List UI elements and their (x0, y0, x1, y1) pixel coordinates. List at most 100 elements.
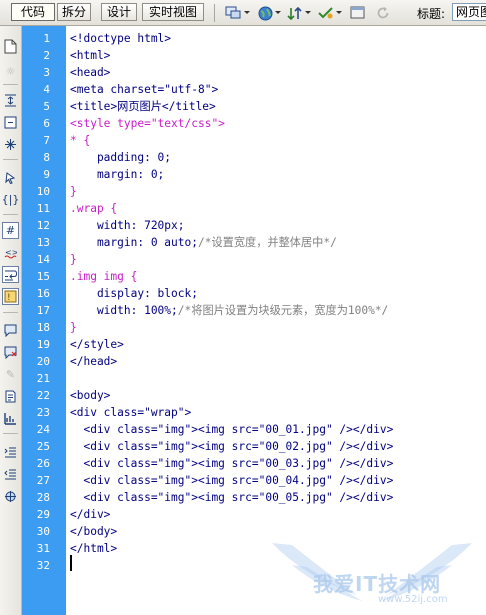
code-line[interactable]: <div class="img"><img src="00_02.jpg" />… (70, 438, 393, 455)
line-number: 10 (36, 185, 50, 198)
code-comment: /*将图片设置为块级元素，宽度为100%*/ (177, 304, 389, 317)
code-line[interactable]: </style> (70, 336, 124, 353)
line-number: 19 (36, 338, 50, 351)
line-numbers-icon[interactable]: # (2, 222, 19, 239)
refresh-icon[interactable] (374, 4, 392, 22)
code-line[interactable]: padding: 0; (70, 149, 171, 166)
open-documents-icon[interactable] (2, 38, 19, 55)
code-line[interactable]: <meta charset="utf-8"> (70, 81, 218, 98)
text-caret (70, 555, 72, 571)
line-number: 16 (36, 287, 50, 300)
collapse-full-tag-icon[interactable] (2, 92, 19, 109)
line-number: 1 (43, 32, 50, 45)
code-line[interactable]: margin: 0 auto;/*设置宽度，并整体居中*/ (70, 234, 337, 251)
code-editor[interactable]: <!doctype html> <html> <head> <meta charset… (66, 26, 486, 615)
split-view-button[interactable]: 拆分 (57, 3, 91, 21)
line-number: 11 (36, 202, 50, 215)
balance-braces-icon[interactable]: {|} (2, 191, 20, 208)
code-view-button[interactable]: 代码 (11, 3, 55, 21)
title-label: 标题: (417, 7, 446, 21)
multiscreen-icon[interactable] (224, 4, 242, 22)
select-parent-tag-icon[interactable] (2, 169, 19, 186)
code-line[interactable]: </div> (70, 506, 110, 523)
format-source-code-icon[interactable] (2, 488, 19, 505)
remove-comment-icon[interactable] (2, 344, 19, 361)
tool-separator (3, 159, 18, 160)
design-view-button[interactable]: 设计 (101, 3, 137, 21)
line-number: 18 (36, 321, 50, 334)
code-line[interactable]: } (70, 183, 77, 200)
tool-separator (3, 84, 18, 85)
code-line[interactable]: .img img { (70, 268, 137, 285)
tool-separator (3, 433, 18, 434)
line-number: 4 (43, 83, 50, 96)
code-line[interactable]: <div class="img"><img src="00_01.jpg" />… (70, 421, 393, 438)
line-number: 32 (36, 559, 50, 572)
syntax-error-alerts-icon[interactable]: ! (2, 288, 19, 305)
code-line[interactable]: } (70, 319, 77, 336)
collapse-selection-icon[interactable] (2, 114, 19, 131)
line-number: 26 (36, 457, 50, 470)
line-number: 25 (36, 440, 50, 453)
code-line[interactable]: <html> (70, 47, 110, 64)
code-line[interactable]: * { (70, 132, 90, 149)
show-code-navigator-icon[interactable]: ☼ (2, 63, 19, 80)
code-line[interactable]: <body> (70, 387, 110, 404)
live-view-button[interactable]: 实时视图 (142, 3, 204, 21)
code-line[interactable]: width: 100%;/*将图片设置为块级元素，宽度为100%*/ (70, 302, 388, 319)
line-number: 9 (43, 168, 50, 181)
line-number: 12 (36, 219, 50, 232)
tool-separator (3, 214, 18, 215)
chevron-down-icon[interactable] (305, 11, 311, 14)
code-line[interactable]: <div class="img"><img src="00_05.jpg" />… (70, 489, 393, 506)
line-number: 21 (36, 372, 50, 385)
toolbar-separator (214, 4, 215, 22)
validate-icon[interactable] (317, 4, 335, 22)
code-line[interactable]: } (70, 251, 77, 268)
file-transfer-icon[interactable] (286, 4, 304, 22)
word-wrap-icon[interactable] (2, 266, 19, 283)
code-line[interactable]: </body> (70, 523, 117, 540)
line-number: 29 (36, 508, 50, 521)
title-input[interactable]: 网页图 (452, 3, 486, 21)
globe-icon[interactable] (256, 4, 274, 22)
outdent-code-icon[interactable] (2, 466, 19, 483)
indent-code-icon[interactable] (2, 444, 19, 461)
svg-text:!: ! (7, 293, 11, 303)
watermark-url: www.52ij.com (378, 594, 448, 605)
code-line[interactable]: </html> (70, 540, 117, 557)
check-browser-icon[interactable] (348, 4, 366, 22)
apply-comment-icon[interactable] (2, 322, 19, 339)
line-number: 13 (36, 236, 50, 249)
line-number: 3 (43, 66, 50, 79)
expand-all-icon[interactable] (2, 136, 19, 153)
highlight-invalid-code-icon[interactable]: <> (2, 244, 19, 261)
coding-toolbar: ☼ {|} # <> ! ✎ (0, 26, 22, 615)
code-line[interactable]: <div class="img"><img src="00_03.jpg" />… (70, 455, 393, 472)
chevron-down-icon[interactable] (244, 11, 250, 14)
line-number: 24 (36, 423, 50, 436)
chevron-down-icon[interactable] (275, 11, 281, 14)
wrap-tag-icon[interactable]: ✎ (2, 366, 19, 383)
code-line[interactable]: <!doctype html> (70, 30, 171, 47)
code-line[interactable]: display: block; (70, 285, 198, 302)
line-number: 23 (36, 406, 50, 419)
code-line[interactable]: <div class="wrap"> (70, 404, 191, 421)
chevron-down-icon[interactable] (336, 11, 342, 14)
line-number: 31 (36, 542, 50, 555)
code-line[interactable]: <head> (70, 64, 110, 81)
code-line[interactable]: .wrap { (70, 200, 117, 217)
line-number: 17 (36, 304, 50, 317)
move-css-icon[interactable] (2, 410, 19, 427)
recent-snippets-icon[interactable] (2, 388, 19, 405)
code-comment: /*设置宽度，并整体居中*/ (197, 236, 337, 249)
code-line[interactable]: <style type="text/css"> (70, 115, 225, 132)
code-line[interactable]: margin: 0; (70, 166, 164, 183)
document-toolbar: 代码 拆分 设计 实时视图 标题: 网页图 (0, 0, 486, 26)
line-number: 28 (36, 491, 50, 504)
code-line[interactable]: </head> (70, 353, 117, 370)
code-line[interactable]: <title>网页图片</title> (70, 98, 216, 115)
code-line[interactable]: <div class="img"><img src="00_04.jpg" />… (70, 472, 393, 489)
watermark-text: 我爱IT技术网 (313, 572, 442, 596)
code-line[interactable]: width: 720px; (70, 217, 185, 234)
